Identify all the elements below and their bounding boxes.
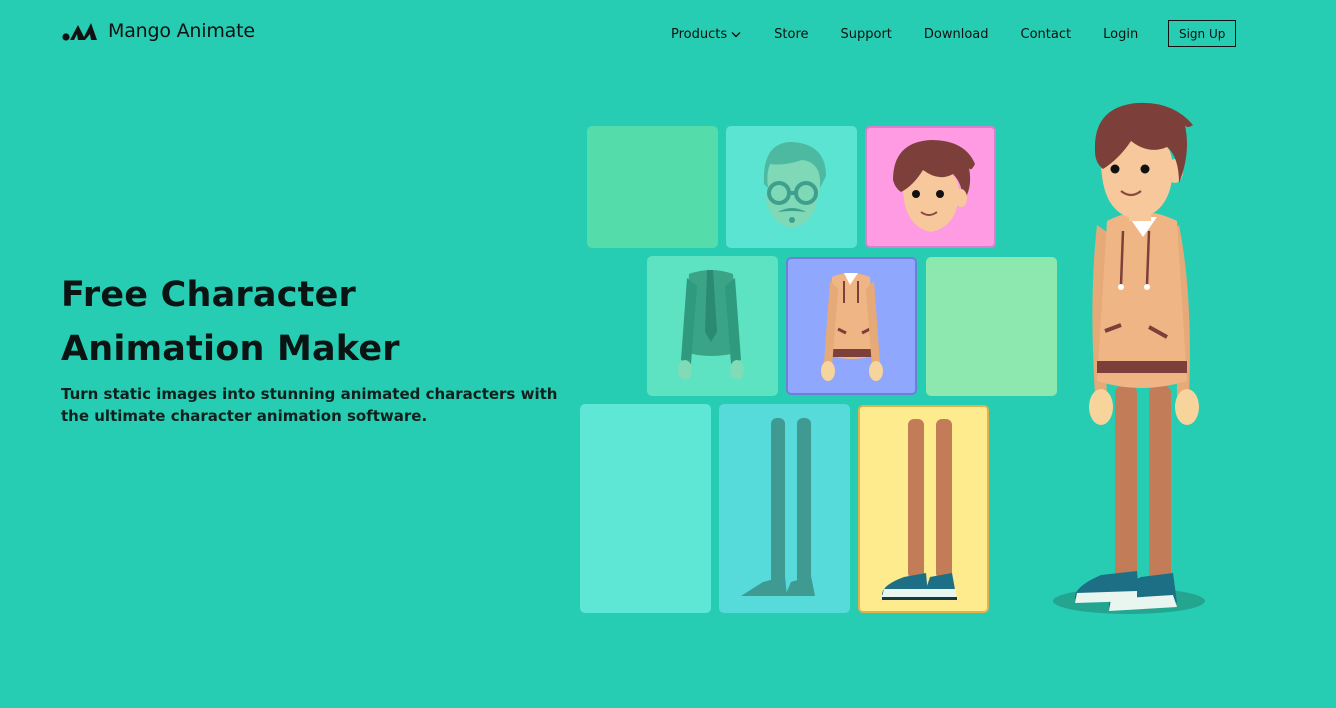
nav-download[interactable]: Download bbox=[924, 27, 989, 42]
boots-legs-tile bbox=[719, 404, 850, 613]
nav-support[interactable]: Support bbox=[841, 27, 892, 42]
mango-logo-icon bbox=[62, 23, 97, 41]
suit-torso-tile bbox=[647, 256, 778, 396]
empty-tile bbox=[580, 404, 711, 613]
empty-tile bbox=[926, 257, 1057, 396]
boy-head-tile bbox=[865, 126, 996, 248]
empty-tile bbox=[587, 126, 718, 248]
sneaker-legs-icon bbox=[882, 419, 957, 600]
nav-products-label: Products bbox=[671, 27, 728, 42]
boy-head-icon bbox=[893, 140, 975, 232]
mustache-head-icon bbox=[763, 142, 826, 228]
brand-name: Mango Animate bbox=[108, 20, 255, 42]
main-nav: Products Store Support Download Contact … bbox=[671, 20, 1237, 47]
signup-button[interactable]: Sign Up bbox=[1168, 20, 1237, 47]
hero-title: Free Character Animation Maker bbox=[61, 275, 400, 369]
nav-contact[interactable]: Contact bbox=[1021, 27, 1072, 42]
boots-legs-icon bbox=[741, 418, 815, 596]
nav-products[interactable]: Products bbox=[671, 27, 741, 42]
mustache-head-tile bbox=[726, 126, 857, 248]
character-illustration bbox=[1053, 102, 1205, 614]
nav-store[interactable]: Store bbox=[774, 27, 808, 42]
hoodie-torso-tile bbox=[786, 257, 917, 395]
nav-login[interactable]: Login bbox=[1103, 27, 1138, 42]
sneaker-legs-tile bbox=[858, 405, 989, 613]
suit-torso-icon bbox=[678, 270, 744, 380]
chevron-down-icon bbox=[731, 32, 741, 38]
brand-logo[interactable]: Mango Animate bbox=[62, 18, 255, 44]
hoodie-torso-icon bbox=[821, 273, 883, 381]
hero-subtitle: Turn static images into stunning animate… bbox=[61, 385, 558, 425]
